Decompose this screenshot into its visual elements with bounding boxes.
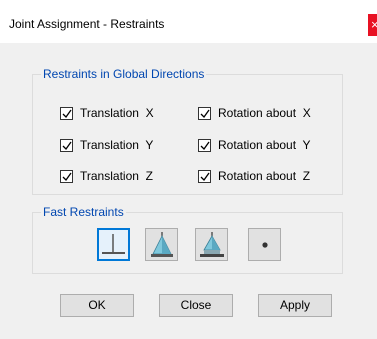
dialog-body: Restraints in Global Directions Translat… <box>0 43 377 339</box>
rotation-x-checkbox[interactable]: Rotation about X <box>198 105 311 121</box>
checkmark-icon <box>62 109 72 118</box>
fast-restraint-free-button[interactable] <box>97 228 130 261</box>
checkbox-box[interactable] <box>198 138 211 152</box>
close-button[interactable]: Close <box>159 294 233 317</box>
free-joint-icon <box>102 234 125 254</box>
close-icon: × <box>371 17 377 32</box>
restraints-global-directions-group: Restraints in Global Directions Translat… <box>32 67 343 195</box>
roller-support-icon <box>262 242 268 248</box>
checkmark-icon <box>62 141 72 150</box>
translation-y-checkbox[interactable]: Translation Y <box>60 137 153 153</box>
rotation-y-label: Rotation about Y <box>218 138 311 152</box>
checkbox-box[interactable] <box>198 106 211 120</box>
dialog-window: Joint Assignment - Restraints × Restrain… <box>0 0 377 339</box>
checkmark-icon <box>200 172 210 181</box>
checkbox-box[interactable] <box>198 169 211 183</box>
checkmark-icon <box>62 172 72 181</box>
checkmark-icon <box>200 109 210 118</box>
fast-restraint-pin-button[interactable] <box>145 228 178 261</box>
checkbox-box[interactable] <box>60 138 73 152</box>
fast-restraints-group: Fast Restraints <box>32 205 343 274</box>
rotation-z-label: Rotation about Z <box>218 169 311 183</box>
rotation-z-checkbox[interactable]: Rotation about Z <box>198 168 310 184</box>
fixed-support-icon <box>200 232 224 257</box>
translation-z-checkbox[interactable]: Translation Z <box>60 168 153 184</box>
restraints-group-label: Restraints in Global Directions <box>41 67 207 81</box>
dialog-content: Restraints in Global Directions Translat… <box>6 43 369 333</box>
checkmark-icon <box>200 141 210 150</box>
close-window-button[interactable]: × <box>368 14 377 36</box>
ok-button[interactable]: OK <box>60 294 134 317</box>
rotation-y-checkbox[interactable]: Rotation about Y <box>198 137 311 153</box>
rotation-x-label: Rotation about X <box>218 106 311 120</box>
translation-y-label: Translation Y <box>80 138 154 152</box>
checkbox-box[interactable] <box>60 106 73 120</box>
translation-x-label: Translation X <box>80 106 154 120</box>
checkbox-box[interactable] <box>60 169 73 183</box>
pin-support-icon <box>151 232 173 257</box>
window-title: Joint Assignment - Restraints <box>9 17 165 31</box>
translation-z-label: Translation Z <box>80 169 153 183</box>
fast-restraint-fixed-button[interactable] <box>195 228 228 261</box>
fast-restraints-label: Fast Restraints <box>41 205 126 219</box>
translation-x-checkbox[interactable]: Translation X <box>60 105 154 121</box>
fast-restraint-roller-button[interactable] <box>248 228 281 261</box>
apply-button[interactable]: Apply <box>258 294 332 317</box>
title-bar[interactable]: Joint Assignment - Restraints × <box>0 0 377 43</box>
